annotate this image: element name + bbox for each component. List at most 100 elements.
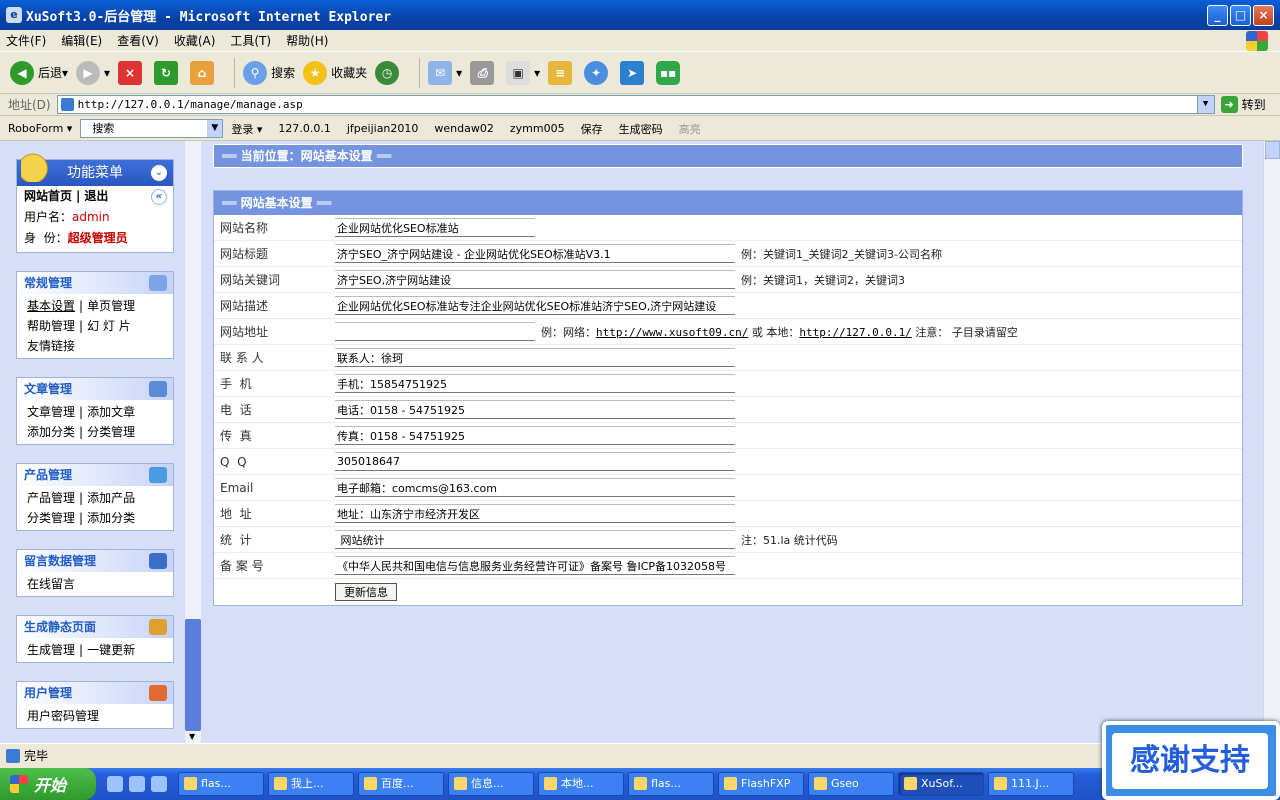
ie-quicklaunch-icon[interactable] bbox=[107, 776, 123, 792]
maximize-button[interactable]: □ bbox=[1230, 4, 1251, 26]
taskbar-button[interactable]: 111.J... bbox=[988, 772, 1074, 796]
menu-section-title[interactable]: 文章管理 bbox=[17, 378, 173, 400]
roboform-login[interactable]: 登录 ▾ bbox=[231, 121, 262, 137]
field-input[interactable] bbox=[335, 556, 735, 575]
menu-edit[interactable]: 编辑(E) bbox=[61, 32, 102, 49]
menu-link[interactable]: 添加产品 bbox=[87, 491, 135, 505]
field-input[interactable] bbox=[335, 218, 535, 237]
taskbar-button[interactable]: flas... bbox=[628, 772, 714, 796]
hint-link[interactable]: http://www.xusoft09.cn/ bbox=[596, 326, 748, 339]
search-button[interactable]: ⚲ 搜索 bbox=[243, 60, 295, 85]
taskbar-button[interactable]: Gseo bbox=[808, 772, 894, 796]
menu-link[interactable]: 文章管理 bbox=[27, 405, 75, 419]
close-button[interactable]: × bbox=[1253, 4, 1274, 26]
minimize-button[interactable]: _ bbox=[1207, 4, 1228, 26]
mail-button[interactable]: ✉ ▾ bbox=[428, 60, 462, 85]
menu-section-title[interactable]: 产品管理 bbox=[17, 464, 173, 486]
history-button[interactable]: ◷ bbox=[375, 60, 403, 85]
field-input[interactable] bbox=[335, 530, 735, 549]
send-button[interactable]: ➤ bbox=[620, 60, 648, 85]
taskbar-button[interactable]: 本地... bbox=[538, 772, 624, 796]
favorites-button[interactable]: ★ 收藏夹 bbox=[303, 60, 367, 85]
roboform-search-dropdown-icon[interactable]: ▼ bbox=[207, 120, 223, 137]
menu-favorites[interactable]: 收藏(A) bbox=[174, 32, 216, 49]
edit-button[interactable]: ▣ ▾ bbox=[506, 60, 540, 85]
field-input[interactable] bbox=[335, 426, 735, 445]
main-scrollbar[interactable] bbox=[1263, 141, 1280, 743]
taskbar-button[interactable]: XuSof... bbox=[898, 772, 984, 796]
taskbar-button[interactable]: FlashFXP bbox=[718, 772, 804, 796]
field-input[interactable] bbox=[335, 244, 735, 263]
forward-button[interactable]: ▶ ▾ bbox=[76, 60, 110, 85]
field-input[interactable] bbox=[335, 400, 735, 419]
field-input[interactable] bbox=[335, 374, 735, 393]
menu-link[interactable]: 生成管理 bbox=[27, 643, 75, 657]
field-input[interactable] bbox=[335, 504, 735, 523]
browser-quicklaunch-icon[interactable] bbox=[151, 776, 167, 792]
menu-link[interactable]: 添加文章 bbox=[87, 405, 135, 419]
menu-section-title[interactable]: 生成静态页面 bbox=[17, 616, 173, 638]
refresh-button[interactable]: ↻ bbox=[154, 60, 182, 85]
menu-section-title[interactable]: 用户管理 bbox=[17, 682, 173, 704]
field-input[interactable] bbox=[335, 296, 735, 315]
home-link[interactable]: 网站首页 bbox=[24, 189, 72, 203]
menu-link[interactable]: 友情链接 bbox=[27, 339, 75, 353]
menu-link[interactable]: 基本设置 bbox=[27, 299, 75, 313]
field-input[interactable] bbox=[335, 348, 735, 367]
left-scroll-thumb[interactable] bbox=[185, 619, 201, 731]
roboform-menu[interactable]: RoboForm ▾ bbox=[8, 122, 72, 135]
app-quicklaunch-icon[interactable] bbox=[129, 776, 145, 792]
menu-link[interactable]: 幻 灯 片 bbox=[87, 319, 131, 333]
address-dropdown-icon[interactable]: ▼ bbox=[1196, 96, 1214, 113]
discuss-button[interactable]: ≡ bbox=[548, 60, 576, 85]
menu-section-title[interactable]: 常规管理 bbox=[17, 272, 173, 294]
taskbar-button[interactable]: 百度... bbox=[358, 772, 444, 796]
field-input[interactable] bbox=[335, 452, 735, 471]
menu-link[interactable]: 单页管理 bbox=[87, 299, 135, 313]
home-button[interactable]: ⌂ bbox=[190, 60, 218, 85]
roboform-search-box[interactable]: 搜索 ▼ bbox=[80, 119, 224, 138]
menu-link[interactable]: 在线留言 bbox=[27, 577, 75, 591]
print-button[interactable]: ⎙ bbox=[470, 60, 498, 85]
field-input[interactable] bbox=[335, 270, 735, 289]
menu-link[interactable]: 用户密码管理 bbox=[27, 709, 99, 723]
menu-link[interactable]: 帮助管理 bbox=[27, 319, 75, 333]
menu-section-title[interactable]: 留言数据管理 bbox=[17, 550, 173, 572]
menu-link[interactable]: 分类管理 bbox=[27, 511, 75, 525]
menu-link[interactable]: 分类管理 bbox=[87, 425, 135, 439]
menu-link[interactable]: 添加分类 bbox=[27, 425, 75, 439]
menu-view[interactable]: 查看(V) bbox=[117, 32, 159, 49]
menu-link[interactable]: 添加分类 bbox=[87, 511, 135, 525]
messenger-button[interactable]: ✦ bbox=[584, 60, 612, 85]
address-input[interactable]: http://127.0.0.1/manage/manage.asp ▼ bbox=[56, 95, 1215, 114]
scroll-down-icon[interactable]: ▼ bbox=[189, 732, 195, 741]
hint-link[interactable]: http://127.0.0.1/ bbox=[799, 326, 912, 339]
collapse-icon[interactable]: « bbox=[151, 189, 167, 205]
start-button[interactable]: 开始 bbox=[0, 768, 96, 800]
menu-file[interactable]: 文件(F) bbox=[6, 32, 46, 49]
roboform-item[interactable]: jfpeijian2010 bbox=[347, 122, 419, 135]
menu-help[interactable]: 帮助(H) bbox=[286, 32, 328, 49]
field-input[interactable] bbox=[335, 478, 735, 497]
chevron-down-icon[interactable]: ⌄ bbox=[151, 165, 167, 181]
logout-link[interactable]: 退出 bbox=[84, 189, 108, 203]
update-button[interactable]: 更新信息 bbox=[335, 583, 397, 601]
roboform-item[interactable]: wendaw02 bbox=[434, 122, 493, 135]
roboform-generate[interactable]: 生成密码 bbox=[619, 121, 663, 137]
roboform-item[interactable]: 127.0.0.1 bbox=[278, 122, 330, 135]
main-scroll-thumb[interactable] bbox=[1265, 141, 1280, 159]
back-button[interactable]: ◀ 后退 ▾ bbox=[10, 60, 68, 85]
field-input[interactable] bbox=[335, 322, 535, 341]
taskbar-button[interactable]: flas... bbox=[178, 772, 264, 796]
menu-link[interactable]: 一键更新 bbox=[87, 643, 135, 657]
go-button[interactable]: ➜ 转到 bbox=[1220, 96, 1266, 113]
roboform-item[interactable]: zymm005 bbox=[510, 122, 565, 135]
menu-link[interactable]: 产品管理 bbox=[27, 491, 75, 505]
menu-tools[interactable]: 工具(T) bbox=[230, 32, 271, 49]
roboform-save[interactable]: 保存 bbox=[581, 121, 603, 137]
robot-button[interactable]: ▪▪ bbox=[656, 60, 684, 85]
left-scrollbar[interactable]: ▼ bbox=[185, 141, 201, 743]
taskbar-button[interactable]: 我上... bbox=[268, 772, 354, 796]
taskbar-button[interactable]: 信息... bbox=[448, 772, 534, 796]
stop-button[interactable]: × bbox=[118, 60, 146, 85]
